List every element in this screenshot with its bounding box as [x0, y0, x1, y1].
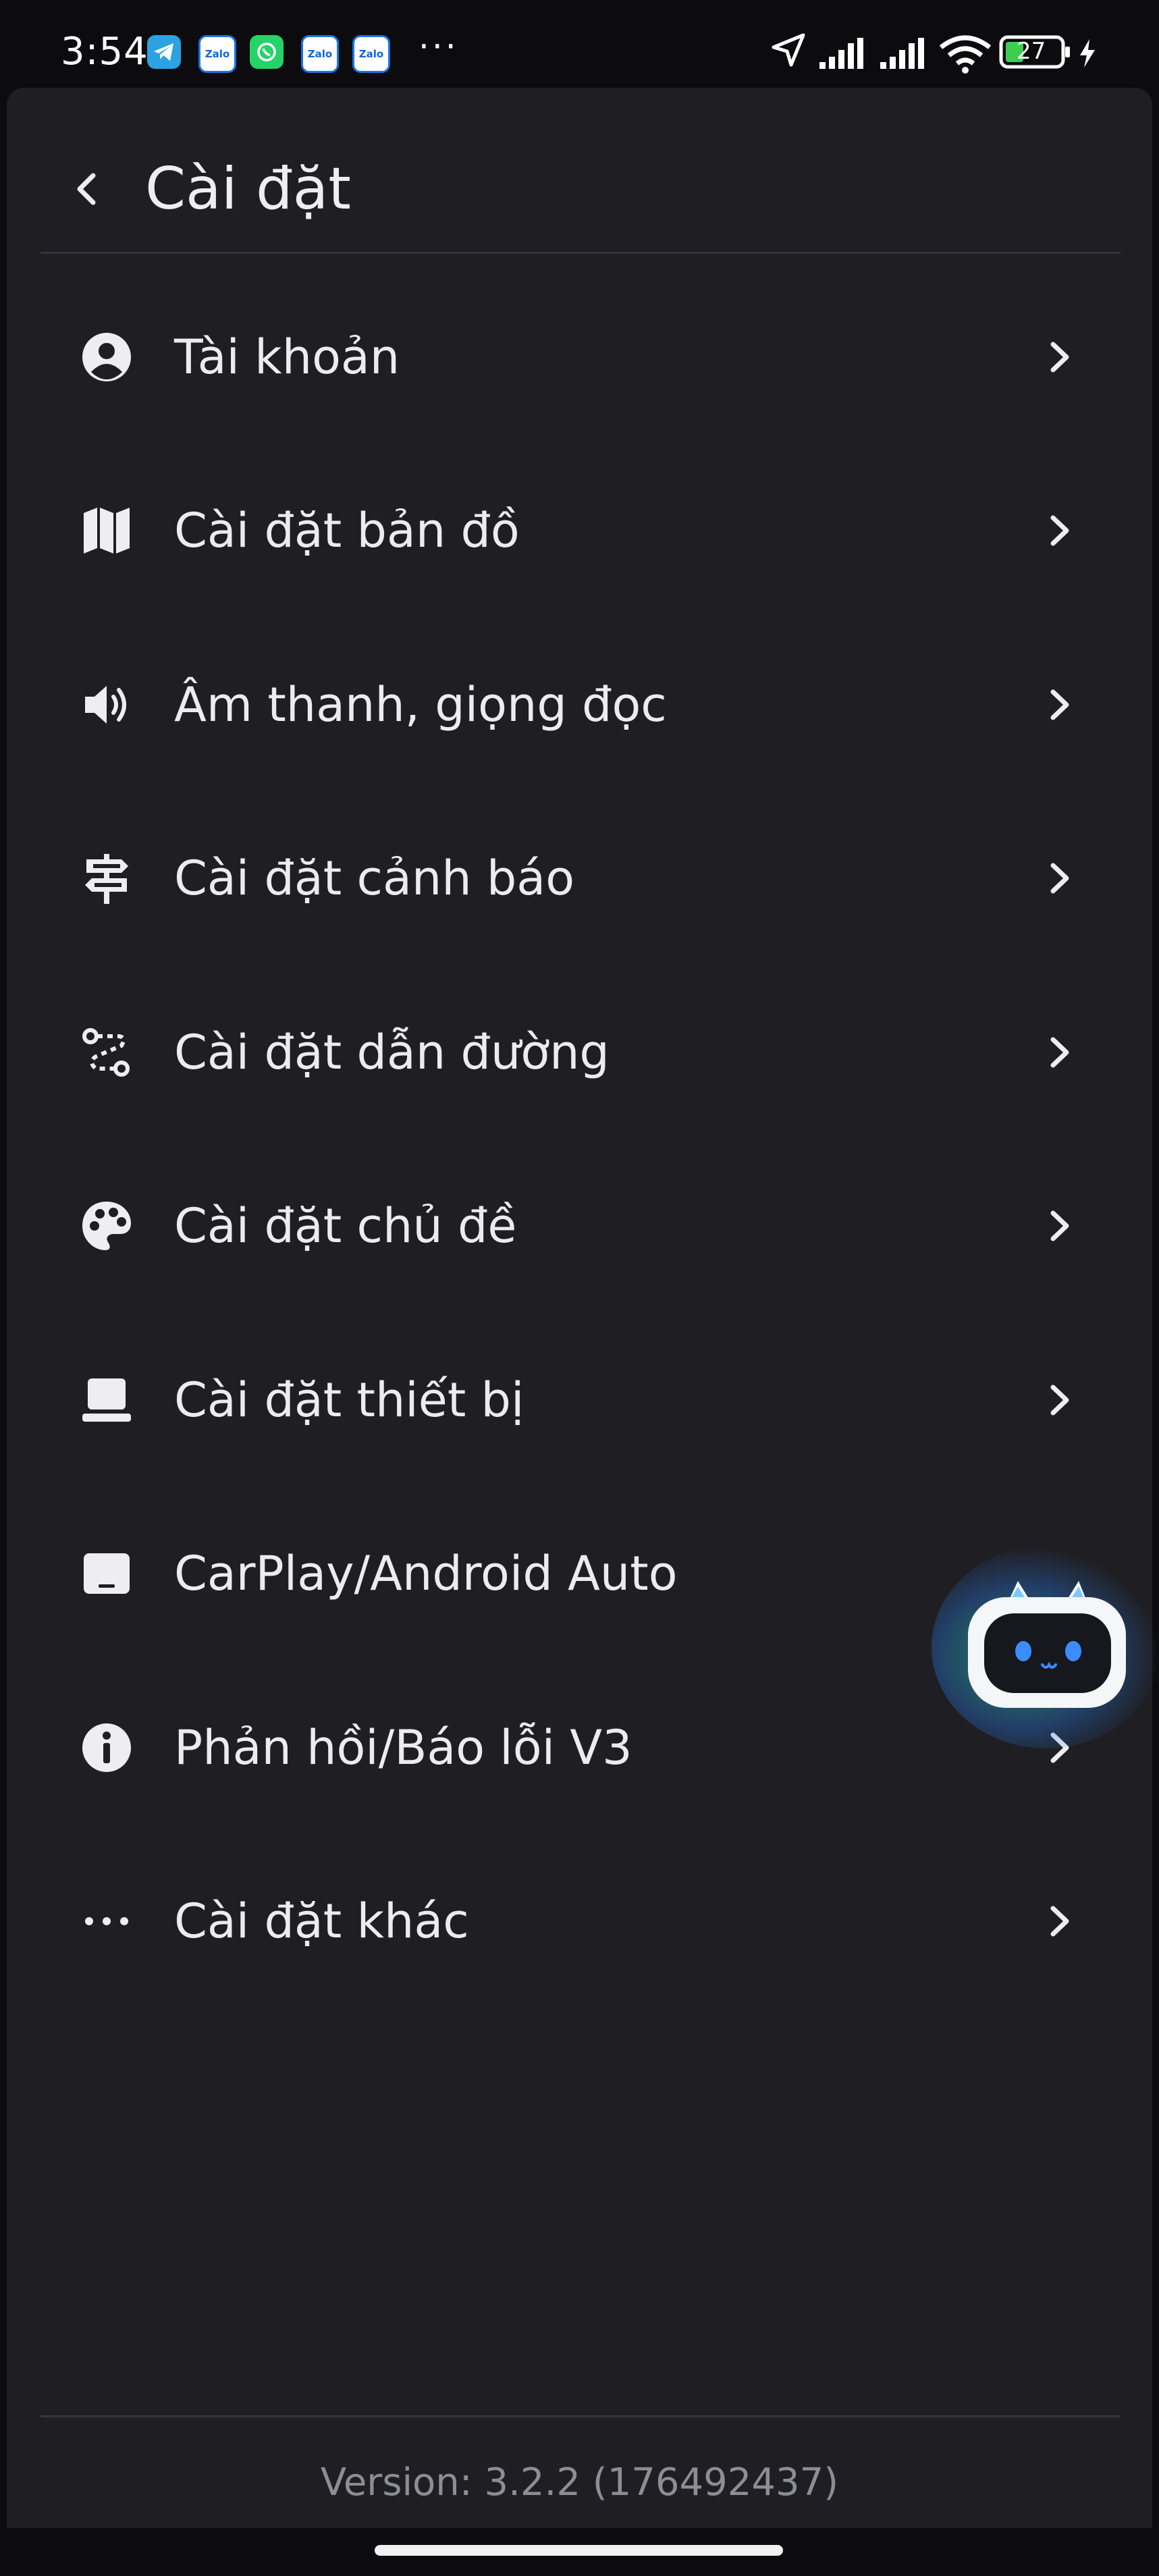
- header-divider: [41, 252, 1121, 254]
- menu-item-label: Cài đặt dẫn đường: [174, 1024, 610, 1080]
- info-icon: [80, 1721, 134, 1775]
- more-notifications-icon: ···: [419, 27, 459, 66]
- robot-icon: [968, 1581, 1126, 1708]
- zalo-app-text: Zalo: [205, 48, 230, 60]
- menu-item-label: Cài đặt khác: [174, 1894, 469, 1950]
- chevron-right-icon: [1040, 1032, 1080, 1073]
- chevron-right-icon: [1040, 510, 1080, 551]
- status-time: 3:54: [61, 30, 149, 74]
- menu-item-sound-voice[interactable]: Âm thanh, giọng đọc: [7, 618, 1152, 792]
- home-indicator[interactable]: [375, 2545, 783, 2556]
- menu-item-label: Âm thanh, giọng đọc: [174, 676, 667, 732]
- menu-item-navigation-settings[interactable]: Cài đặt dẫn đường: [7, 965, 1152, 1139]
- tablet-icon: [80, 1547, 134, 1601]
- menu-item-account[interactable]: Tài khoản: [7, 270, 1152, 444]
- battery-level: 27: [1017, 38, 1046, 65]
- chevron-right-icon: [1040, 858, 1080, 898]
- chevron-right-icon: [1040, 1206, 1080, 1246]
- zalo-icon: Zalo: [352, 35, 390, 73]
- battery-icon: 27: [999, 35, 1073, 72]
- page-title: Cài đặt: [145, 155, 351, 223]
- speaker-icon: [80, 678, 134, 732]
- status-bar: 3:54 Zalo Zalo Zalo ··· 27: [0, 0, 1159, 88]
- whatsapp-icon: [250, 35, 284, 69]
- menu-item-label: CarPlay/Android Auto: [174, 1546, 678, 1602]
- settings-menu: Tài khoản Cài đặt bản đồ Âm thanh, giọng…: [7, 270, 1152, 2008]
- assistant-bot-button[interactable]: [932, 1546, 1159, 1748]
- signal-icon: [878, 38, 930, 73]
- route-icon: [80, 1025, 134, 1079]
- chevron-left-icon: [77, 173, 96, 205]
- zalo-icon: Zalo: [198, 35, 236, 73]
- chevron-right-icon: [1040, 1380, 1080, 1420]
- menu-item-label: Cài đặt bản đồ: [174, 503, 520, 559]
- more-horizontal-icon: [80, 1894, 134, 1948]
- chevron-right-icon: [1040, 1901, 1080, 1941]
- menu-item-other-settings[interactable]: Cài đặt khác: [7, 1835, 1152, 2009]
- laptop-icon: [80, 1373, 134, 1427]
- chevron-right-icon: [1040, 337, 1080, 377]
- wifi-icon: [938, 34, 992, 77]
- footer-divider: [41, 2415, 1121, 2417]
- menu-item-label: Cài đặt thiết bị: [174, 1372, 524, 1428]
- menu-item-label: Phản hồi/Báo lỗi V3: [174, 1719, 632, 1775]
- map-icon: [80, 504, 134, 558]
- back-button[interactable]: [54, 155, 122, 223]
- zalo-app-text: Zalo: [358, 48, 384, 60]
- settings-screen: Cài đặt Tài khoản Cài đặt bản đồ Âm than…: [7, 88, 1159, 2528]
- menu-item-label: Tài khoản: [174, 329, 400, 385]
- signal-icon: [817, 38, 869, 73]
- location-icon: [770, 31, 807, 72]
- signpost-icon: [80, 851, 134, 905]
- menu-item-theme-settings[interactable]: Cài đặt chủ đề: [7, 1139, 1152, 1314]
- chevron-right-icon: [1040, 685, 1080, 725]
- charging-icon: [1077, 38, 1098, 72]
- telegram-icon: [147, 35, 181, 69]
- menu-item-label: Cài đặt chủ đề: [174, 1198, 517, 1254]
- menu-item-map-settings[interactable]: Cài đặt bản đồ: [7, 444, 1152, 618]
- palette-icon: [80, 1199, 134, 1253]
- menu-item-warning-settings[interactable]: Cài đặt cảnh báo: [7, 792, 1152, 966]
- menu-item-label: Cài đặt cảnh báo: [174, 851, 575, 907]
- zalo-icon: Zalo: [301, 35, 339, 73]
- menu-item-device-settings[interactable]: Cài đặt thiết bị: [7, 1313, 1152, 1487]
- header: Cài đặt: [7, 88, 1152, 254]
- zalo-app-text: Zalo: [307, 48, 333, 60]
- account-circle-icon: [80, 330, 134, 384]
- version-text: Version: 3.2.2 (176492437): [320, 2461, 839, 2504]
